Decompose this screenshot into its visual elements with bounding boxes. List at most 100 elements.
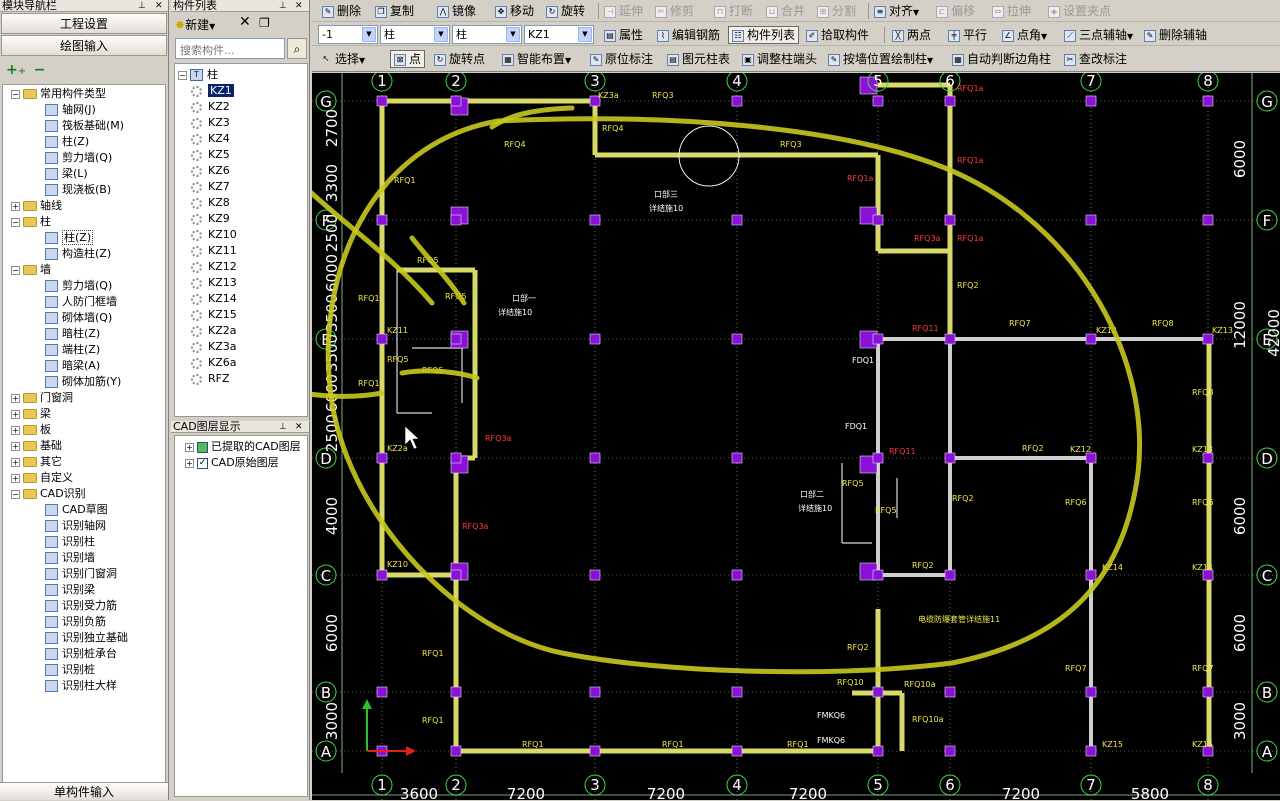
pin-icon[interactable]: ⊥	[138, 0, 146, 12]
delete-component-icon[interactable]: ✕	[239, 14, 251, 30]
break-button[interactable]: ⊓ 打断	[714, 3, 753, 19]
offset-button[interactable]: ⊏ 偏移	[936, 3, 975, 19]
drawing-input-button[interactable]: 绘图输入	[1, 35, 167, 56]
merge-button[interactable]: ⊔ 合并	[766, 3, 805, 19]
nav-tree-item[interactable]: + 其它	[11, 454, 62, 470]
component-item[interactable]: KZ3	[191, 115, 230, 131]
property-button[interactable]: ▤ 属性	[604, 27, 643, 43]
nav-tree-item[interactable]: 识别梁	[45, 582, 95, 598]
three-point-aux-button[interactable]: ⟋ 三点辅轴▼	[1064, 27, 1133, 43]
component-item[interactable]: KZ1	[191, 83, 234, 99]
nav-tree-item[interactable]: 筏板基础(M)	[45, 118, 124, 134]
split-button[interactable]: ⊞ 分割	[817, 3, 856, 19]
component-item[interactable]: KZ7	[191, 179, 230, 195]
delete-aux-button[interactable]: ✎ 删除辅轴	[1144, 27, 1207, 43]
component-item[interactable]: KZ14	[191, 291, 237, 307]
component-item[interactable]: KZ2	[191, 99, 230, 115]
rotate-point-button[interactable]: ↻ 旋转点	[434, 51, 485, 67]
nav-tree-item[interactable]: 砌体墙(Q)	[45, 310, 112, 326]
component-item[interactable]: KZ11	[191, 243, 237, 259]
expand-icon[interactable]: +	[11, 457, 20, 467]
nav-tree-item[interactable]: + 自定义	[11, 470, 73, 486]
type-select[interactable]: 柱 ▼	[380, 25, 450, 44]
nav-tree-item[interactable]: 暗柱(Z)	[45, 326, 100, 342]
collapse-icon[interactable]: −	[11, 217, 20, 227]
pick-component-button[interactable]: ✐ 拾取构件	[806, 27, 869, 43]
component-tree-root[interactable]: − T 柱	[178, 67, 218, 83]
new-component-button[interactable]: ✸新建▼	[175, 16, 215, 33]
nav-tree-item[interactable]: 柱(Z)	[45, 230, 94, 246]
close-icon[interactable]: ✕	[155, 0, 163, 12]
trim-button[interactable]: ✂ 修剪	[655, 3, 694, 19]
component-item[interactable]: KZ12	[191, 259, 237, 275]
nav-tree-item[interactable]: 剪力墙(Q)	[45, 278, 112, 294]
nav-tree-item[interactable]: − 常用构件类型	[11, 86, 106, 102]
pin-icon[interactable]: ⊥	[279, 0, 287, 12]
smart-layout-button[interactable]: ▦ 智能布置▼	[502, 51, 571, 67]
nav-tree-item[interactable]: + 板	[11, 422, 51, 438]
adjust-column-end-button[interactable]: ▣ 调整柱端头	[742, 51, 817, 67]
drawing-canvas[interactable]: 1 1 2 2 3 3 4 4 5 5 6 6 7 7 8 8 A A B B C C D D E E F F G G 3600 7200 72…	[312, 73, 1280, 800]
point-angle-button[interactable]: ∠ 点角▼	[1002, 27, 1047, 43]
component-item[interactable]: KZ10	[191, 227, 237, 243]
nav-tree-item[interactable]: 暗梁(A)	[45, 358, 100, 374]
nav-tree-item[interactable]: 梁(L)	[45, 166, 88, 182]
component-item[interactable]: KZ15	[191, 307, 237, 323]
nav-tree-item[interactable]: 识别桩	[45, 662, 95, 678]
mirror-button[interactable]: ⋀ 镜像	[437, 3, 476, 19]
component-select[interactable]: KZ1 ▼	[524, 25, 594, 44]
component-item[interactable]: KZ8	[191, 195, 230, 211]
collapse-all-icon[interactable]: −	[34, 62, 46, 78]
collapse-icon[interactable]: −	[178, 70, 187, 80]
delete-button[interactable]: ✎ 删除	[322, 3, 361, 19]
nav-tree-item[interactable]: 人防门框墙	[45, 294, 117, 310]
component-item[interactable]: KZ6	[191, 163, 230, 179]
nav-tree-item[interactable]: 识别门窗洞	[45, 566, 117, 582]
nav-tree-item[interactable]: 轴网(J)	[45, 102, 96, 118]
nav-tree-item[interactable]: − 柱	[11, 214, 51, 230]
expand-icon[interactable]: +	[11, 441, 20, 451]
project-settings-button[interactable]: 工程设置	[1, 13, 167, 34]
floor-select[interactable]: -1 ▼	[318, 25, 378, 44]
nav-tree-item[interactable]: 砌体加筋(Y)	[45, 374, 121, 390]
nav-tree-item[interactable]: 识别独立基础	[45, 630, 128, 646]
component-item[interactable]: KZ9	[191, 211, 230, 227]
checkbox-original[interactable]: ✓	[197, 457, 208, 469]
single-component-input-button[interactable]: 单构件输入	[0, 782, 168, 800]
move-button[interactable]: ✥ 移动	[495, 3, 534, 19]
component-item[interactable]: KZ5	[191, 147, 230, 163]
nav-tree-item[interactable]: − CAD识别	[11, 486, 86, 502]
nav-tree-item[interactable]: 识别柱	[45, 534, 95, 550]
element-column-table-button[interactable]: ▤ 图元柱表	[667, 51, 730, 67]
nav-tree[interactable]: − 常用构件类型 轴网(J) 筏板基础(M) 柱(Z) 剪力墙(Q) 梁(L) 现浇板(B) +…	[2, 84, 166, 784]
component-item[interactable]: KZ3a	[191, 339, 237, 355]
two-points-button[interactable]: ╳ 两点	[892, 27, 931, 43]
nav-tree-item[interactable]: + 梁	[11, 406, 51, 422]
subtype-select[interactable]: 柱 ▼	[452, 25, 522, 44]
component-item[interactable]: KZ4	[191, 131, 230, 147]
collapse-icon[interactable]: −	[11, 89, 20, 99]
component-item[interactable]: KZ2a	[191, 323, 237, 339]
expand-icon[interactable]: +	[11, 409, 20, 419]
component-list-button[interactable]: ☷ 构件列表	[728, 26, 800, 44]
nav-tree-item[interactable]: 剪力墙(Q)	[45, 150, 112, 166]
copy-button[interactable]: ❐ 复制	[375, 3, 414, 19]
cad-drawing[interactable]: 1122334455667788A AB BC CD DE EF FG G3600 7200 72…	[312, 73, 1280, 800]
nav-tree-item[interactable]: 识别桩承台	[45, 646, 117, 662]
component-tree[interactable]: − T 柱 KZ1 KZ2 KZ3 KZ4 KZ5 KZ6 KZ7 KZ8 KZ9 KZ10 KZ11 K…	[174, 63, 308, 417]
extend-button[interactable]: ⊣ 延伸	[604, 3, 643, 19]
close-icon[interactable]: ✕	[295, 0, 303, 12]
nav-tree-item[interactable]: − 墙	[11, 262, 51, 278]
component-item[interactable]: RFZ	[191, 371, 230, 387]
expand-icon[interactable]: +	[11, 473, 20, 483]
nav-tree-item[interactable]: 识别轴网	[45, 518, 106, 534]
rotate-button[interactable]: ↻ 旋转	[546, 3, 585, 19]
cad-layer-tree[interactable]: + 已提取的CAD图层 + ✓ CAD原始图层	[174, 435, 308, 797]
close-icon[interactable]: ✕	[295, 421, 303, 433]
nav-tree-item[interactable]: 识别受力筋	[45, 598, 117, 614]
parallel-button[interactable]: ╪ 平行	[948, 27, 987, 43]
point-button[interactable]: ⊠ 点	[390, 50, 426, 68]
pin-icon[interactable]: ⊥	[279, 421, 287, 433]
nav-tree-item[interactable]: CAD草图	[45, 502, 108, 518]
expand-icon[interactable]: +	[185, 442, 194, 452]
